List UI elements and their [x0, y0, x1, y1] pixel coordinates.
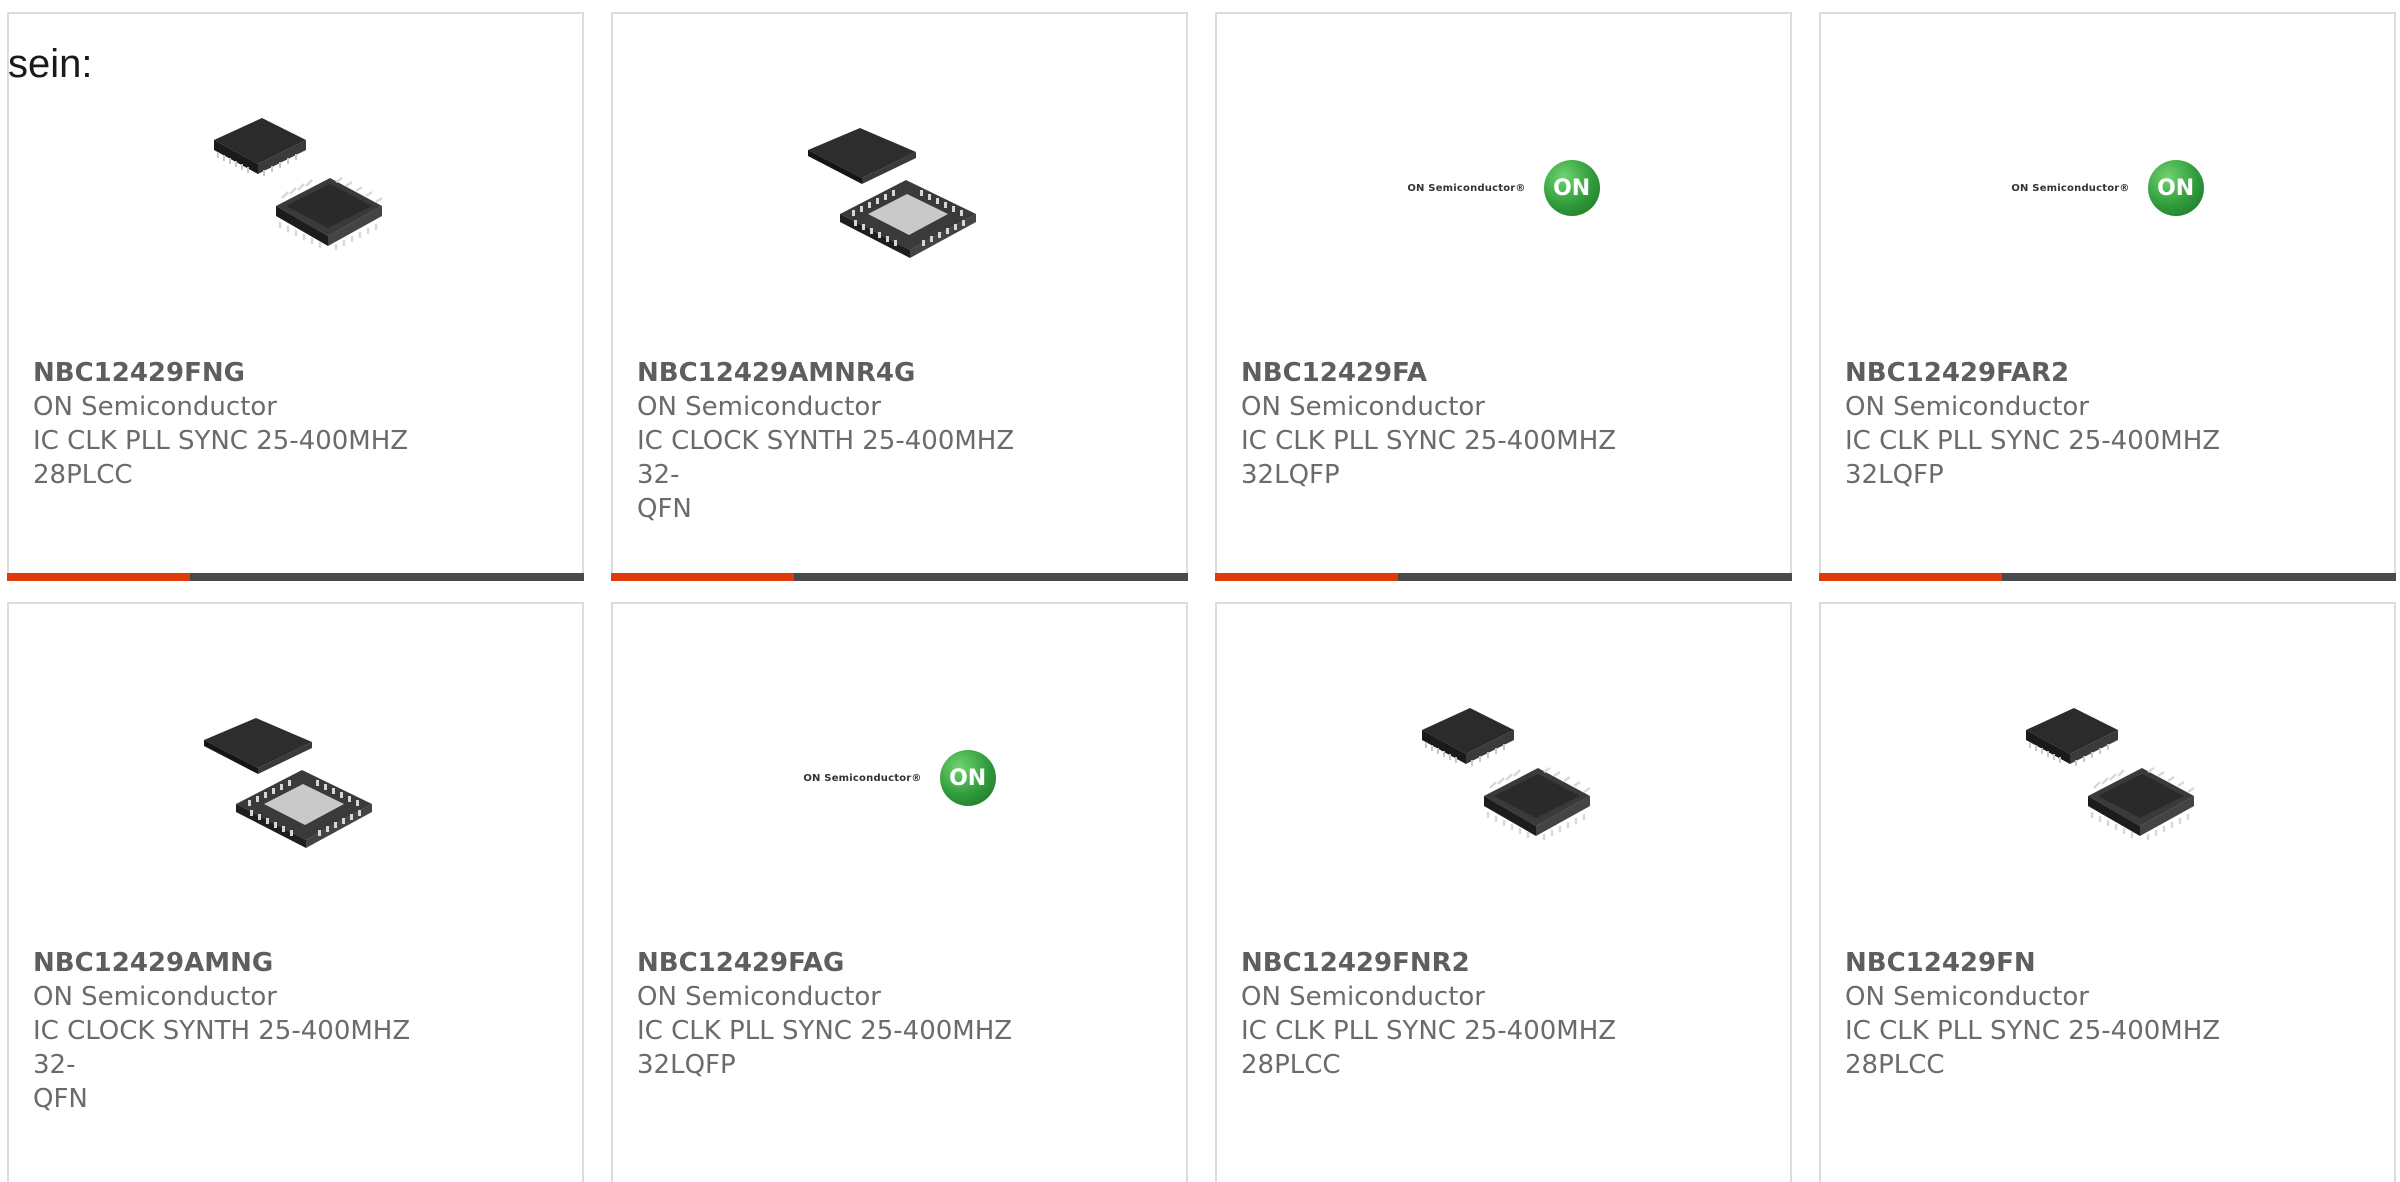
description-line: IC CLK PLL SYNC 25-400MHZ: [637, 1016, 1013, 1046]
manufacturer: ON Semiconductor: [33, 392, 277, 422]
on-semiconductor-logo: ON Semiconductor® ON: [2008, 88, 2208, 288]
product-card[interactable]: ON Semiconductor® ON NBC12429FA ON Semic…: [1215, 12, 1792, 581]
logo-text: ON Semiconductor®: [2011, 182, 2130, 194]
card-bar: [1215, 573, 1792, 581]
description-line: 28PLCC: [33, 460, 133, 490]
description-line: IC CLOCK SYNTH 25-400MHZ 32-: [637, 426, 1015, 490]
intro-text: sein:: [8, 42, 93, 86]
description-line: IC CLK PLL SYNC 25-400MHZ: [1241, 426, 1617, 456]
part-number: NBC12429FA: [1241, 358, 1428, 388]
manufacturer: ON Semiconductor: [1845, 982, 2089, 1012]
description-line: 32LQFP: [637, 1050, 736, 1080]
card-bar: [611, 573, 1188, 581]
logo-text: ON Semiconductor®: [803, 772, 922, 784]
description-line: 32LQFP: [1241, 460, 1340, 490]
on-logo-mark: ON: [939, 750, 996, 806]
part-number: NBC12429FAG: [637, 948, 845, 978]
description-line: 28PLCC: [1845, 1050, 1945, 1080]
card-bar: [7, 573, 584, 581]
on-semiconductor-logo: ON Semiconductor® ON: [800, 678, 1000, 878]
plcc-package-image: [1404, 678, 1604, 878]
description-line: IC CLOCK SYNTH 25-400MHZ 32-: [33, 1016, 411, 1080]
part-number: NBC12429AMNR4G: [637, 358, 916, 388]
product-card[interactable]: NBC12429AMNR4G ON Semiconductor IC CLOCK…: [611, 12, 1188, 581]
manufacturer: ON Semiconductor: [1845, 392, 2089, 422]
on-semiconductor-logo: ON Semiconductor® ON: [1404, 88, 1604, 288]
plcc-package-image: [2008, 678, 2208, 878]
card-bar-accent: [1819, 573, 2002, 581]
plcc-package-image: [196, 88, 396, 288]
part-number: NBC12429FN: [1845, 948, 2036, 978]
card-bar-accent: [1215, 573, 1398, 581]
logo-text: ON Semiconductor®: [1407, 182, 1526, 194]
part-number: NBC12429FNG: [33, 358, 245, 388]
card-bar: [1819, 573, 2396, 581]
manufacturer: ON Semiconductor: [637, 392, 881, 422]
card-bar-accent: [611, 573, 794, 581]
product-card[interactable]: NBC12429FNG ON Semiconductor IC CLK PLL …: [7, 12, 584, 581]
description-line: QFN: [637, 494, 692, 524]
manufacturer: ON Semiconductor: [33, 982, 277, 1012]
card-bar-accent: [7, 573, 190, 581]
qfn-package-image: [196, 678, 396, 878]
description-line: 28PLCC: [1241, 1050, 1341, 1080]
manufacturer: ON Semiconductor: [1241, 982, 1485, 1012]
description-line: 32LQFP: [1845, 460, 1944, 490]
part-number: NBC12429FNR2: [1241, 948, 1470, 978]
product-card[interactable]: NBC12429AMNG ON Semiconductor IC CLOCK S…: [7, 602, 584, 1182]
part-number: NBC12429AMNG: [33, 948, 274, 978]
qfn-package-image: [800, 88, 1000, 288]
description-line: IC CLK PLL SYNC 25-400MHZ: [33, 426, 409, 456]
part-number: NBC12429FAR2: [1845, 358, 2070, 388]
manufacturer: ON Semiconductor: [637, 982, 881, 1012]
product-card[interactable]: NBC12429FN ON Semiconductor IC CLK PLL S…: [1819, 602, 2396, 1182]
description-line: IC CLK PLL SYNC 25-400MHZ: [1845, 426, 2221, 456]
description-line: IC CLK PLL SYNC 25-400MHZ: [1845, 1016, 2221, 1046]
description-line: QFN: [33, 1084, 88, 1114]
description-line: IC CLK PLL SYNC 25-400MHZ: [1241, 1016, 1617, 1046]
on-logo-mark: ON: [2147, 160, 2204, 216]
manufacturer: ON Semiconductor: [1241, 392, 1485, 422]
product-card[interactable]: ON Semiconductor® ON NBC12429FAR2 ON Sem…: [1819, 12, 2396, 581]
product-card[interactable]: ON Semiconductor® ON NBC12429FAG ON Semi…: [611, 602, 1188, 1182]
on-logo-mark: ON: [1543, 160, 1600, 216]
product-card[interactable]: NBC12429FNR2 ON Semiconductor IC CLK PLL…: [1215, 602, 1792, 1182]
